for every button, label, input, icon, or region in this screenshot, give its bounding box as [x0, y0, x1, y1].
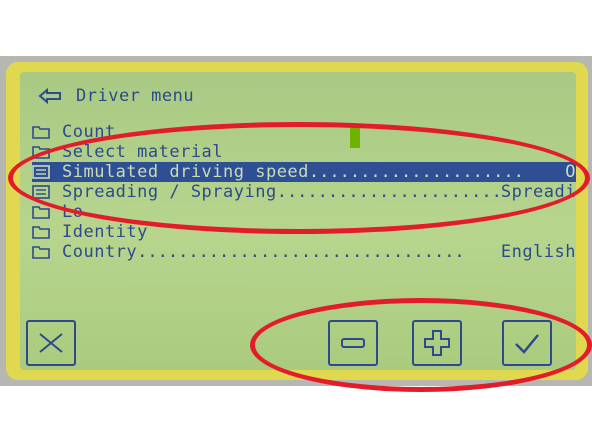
list-icon: [32, 185, 50, 199]
close-button[interactable]: [26, 320, 76, 366]
checkmark-icon: [515, 334, 539, 354]
menu-item-label: Spreading / Spraying: [62, 182, 277, 202]
folder-icon: [32, 206, 50, 219]
page-title: Driver menu: [76, 86, 195, 106]
menu-item-label: Lo: [62, 202, 84, 222]
menu-item-lo[interactable]: Lo: [32, 202, 576, 222]
plus-icon: [424, 330, 450, 356]
menu-item-count[interactable]: Count: [32, 122, 576, 142]
menu-item-spreading-spraying[interactable]: Spreading / Spraying ...................…: [32, 182, 576, 202]
menu-item-value: English: [500, 242, 576, 262]
menu-item-simulated-driving-speed[interactable]: Simulated driving speed ................…: [32, 162, 576, 182]
folder-icon: [32, 126, 50, 139]
menu-item-value: Spreadi: [500, 182, 576, 202]
menu-item-label: Country: [62, 242, 138, 262]
back-arrow-icon[interactable]: [38, 88, 64, 104]
menu-item-label: Count: [62, 122, 116, 142]
menu-item-label: Identity: [62, 222, 148, 242]
folder-icon: [32, 226, 50, 239]
minus-icon: [341, 338, 365, 348]
confirm-button[interactable]: [502, 320, 552, 366]
scroll-cursor: [350, 128, 360, 148]
lcd-screen: Driver menu Count Select material Simula…: [20, 72, 576, 370]
folder-icon: [32, 146, 50, 159]
menu-item-label: Select material: [62, 142, 224, 162]
menu-item-identity[interactable]: Identity: [32, 222, 576, 242]
close-icon: [39, 333, 63, 353]
menu-item-label: Simulated driving speed: [62, 162, 309, 182]
increase-button[interactable]: [412, 320, 462, 366]
decrease-button[interactable]: [328, 320, 378, 366]
folder-icon: [32, 246, 50, 259]
menu-item-select-material[interactable]: Select material: [32, 142, 576, 162]
menu-item-value: O: [565, 162, 576, 182]
menu-item-country[interactable]: Country ................................…: [32, 242, 576, 262]
menu-header: Driver menu: [38, 86, 194, 106]
list-icon: [32, 165, 50, 179]
